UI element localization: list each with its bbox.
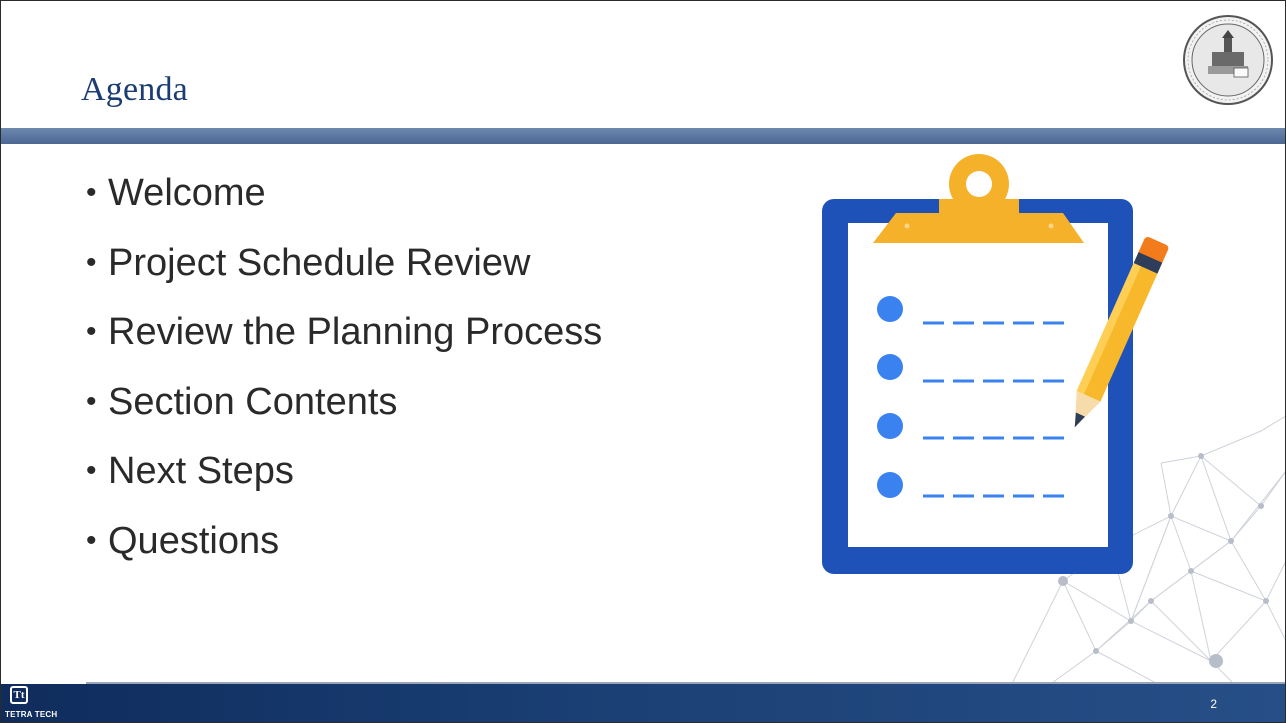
tetra-tech-logo: Tt TETRA TECH xyxy=(5,686,57,722)
logo-text: TETRA TECH xyxy=(5,710,58,719)
slide-illustration xyxy=(822,154,1285,707)
slide: Agenda • Welcome • Project Schedule Review… xyxy=(0,0,1286,723)
footer-bar: Tt TETRA TECH 2 xyxy=(1,684,1285,722)
clipboard-checklist-icon xyxy=(822,154,1133,574)
logo-mark: Tt xyxy=(10,686,28,704)
page-number: 2 xyxy=(1210,697,1217,711)
